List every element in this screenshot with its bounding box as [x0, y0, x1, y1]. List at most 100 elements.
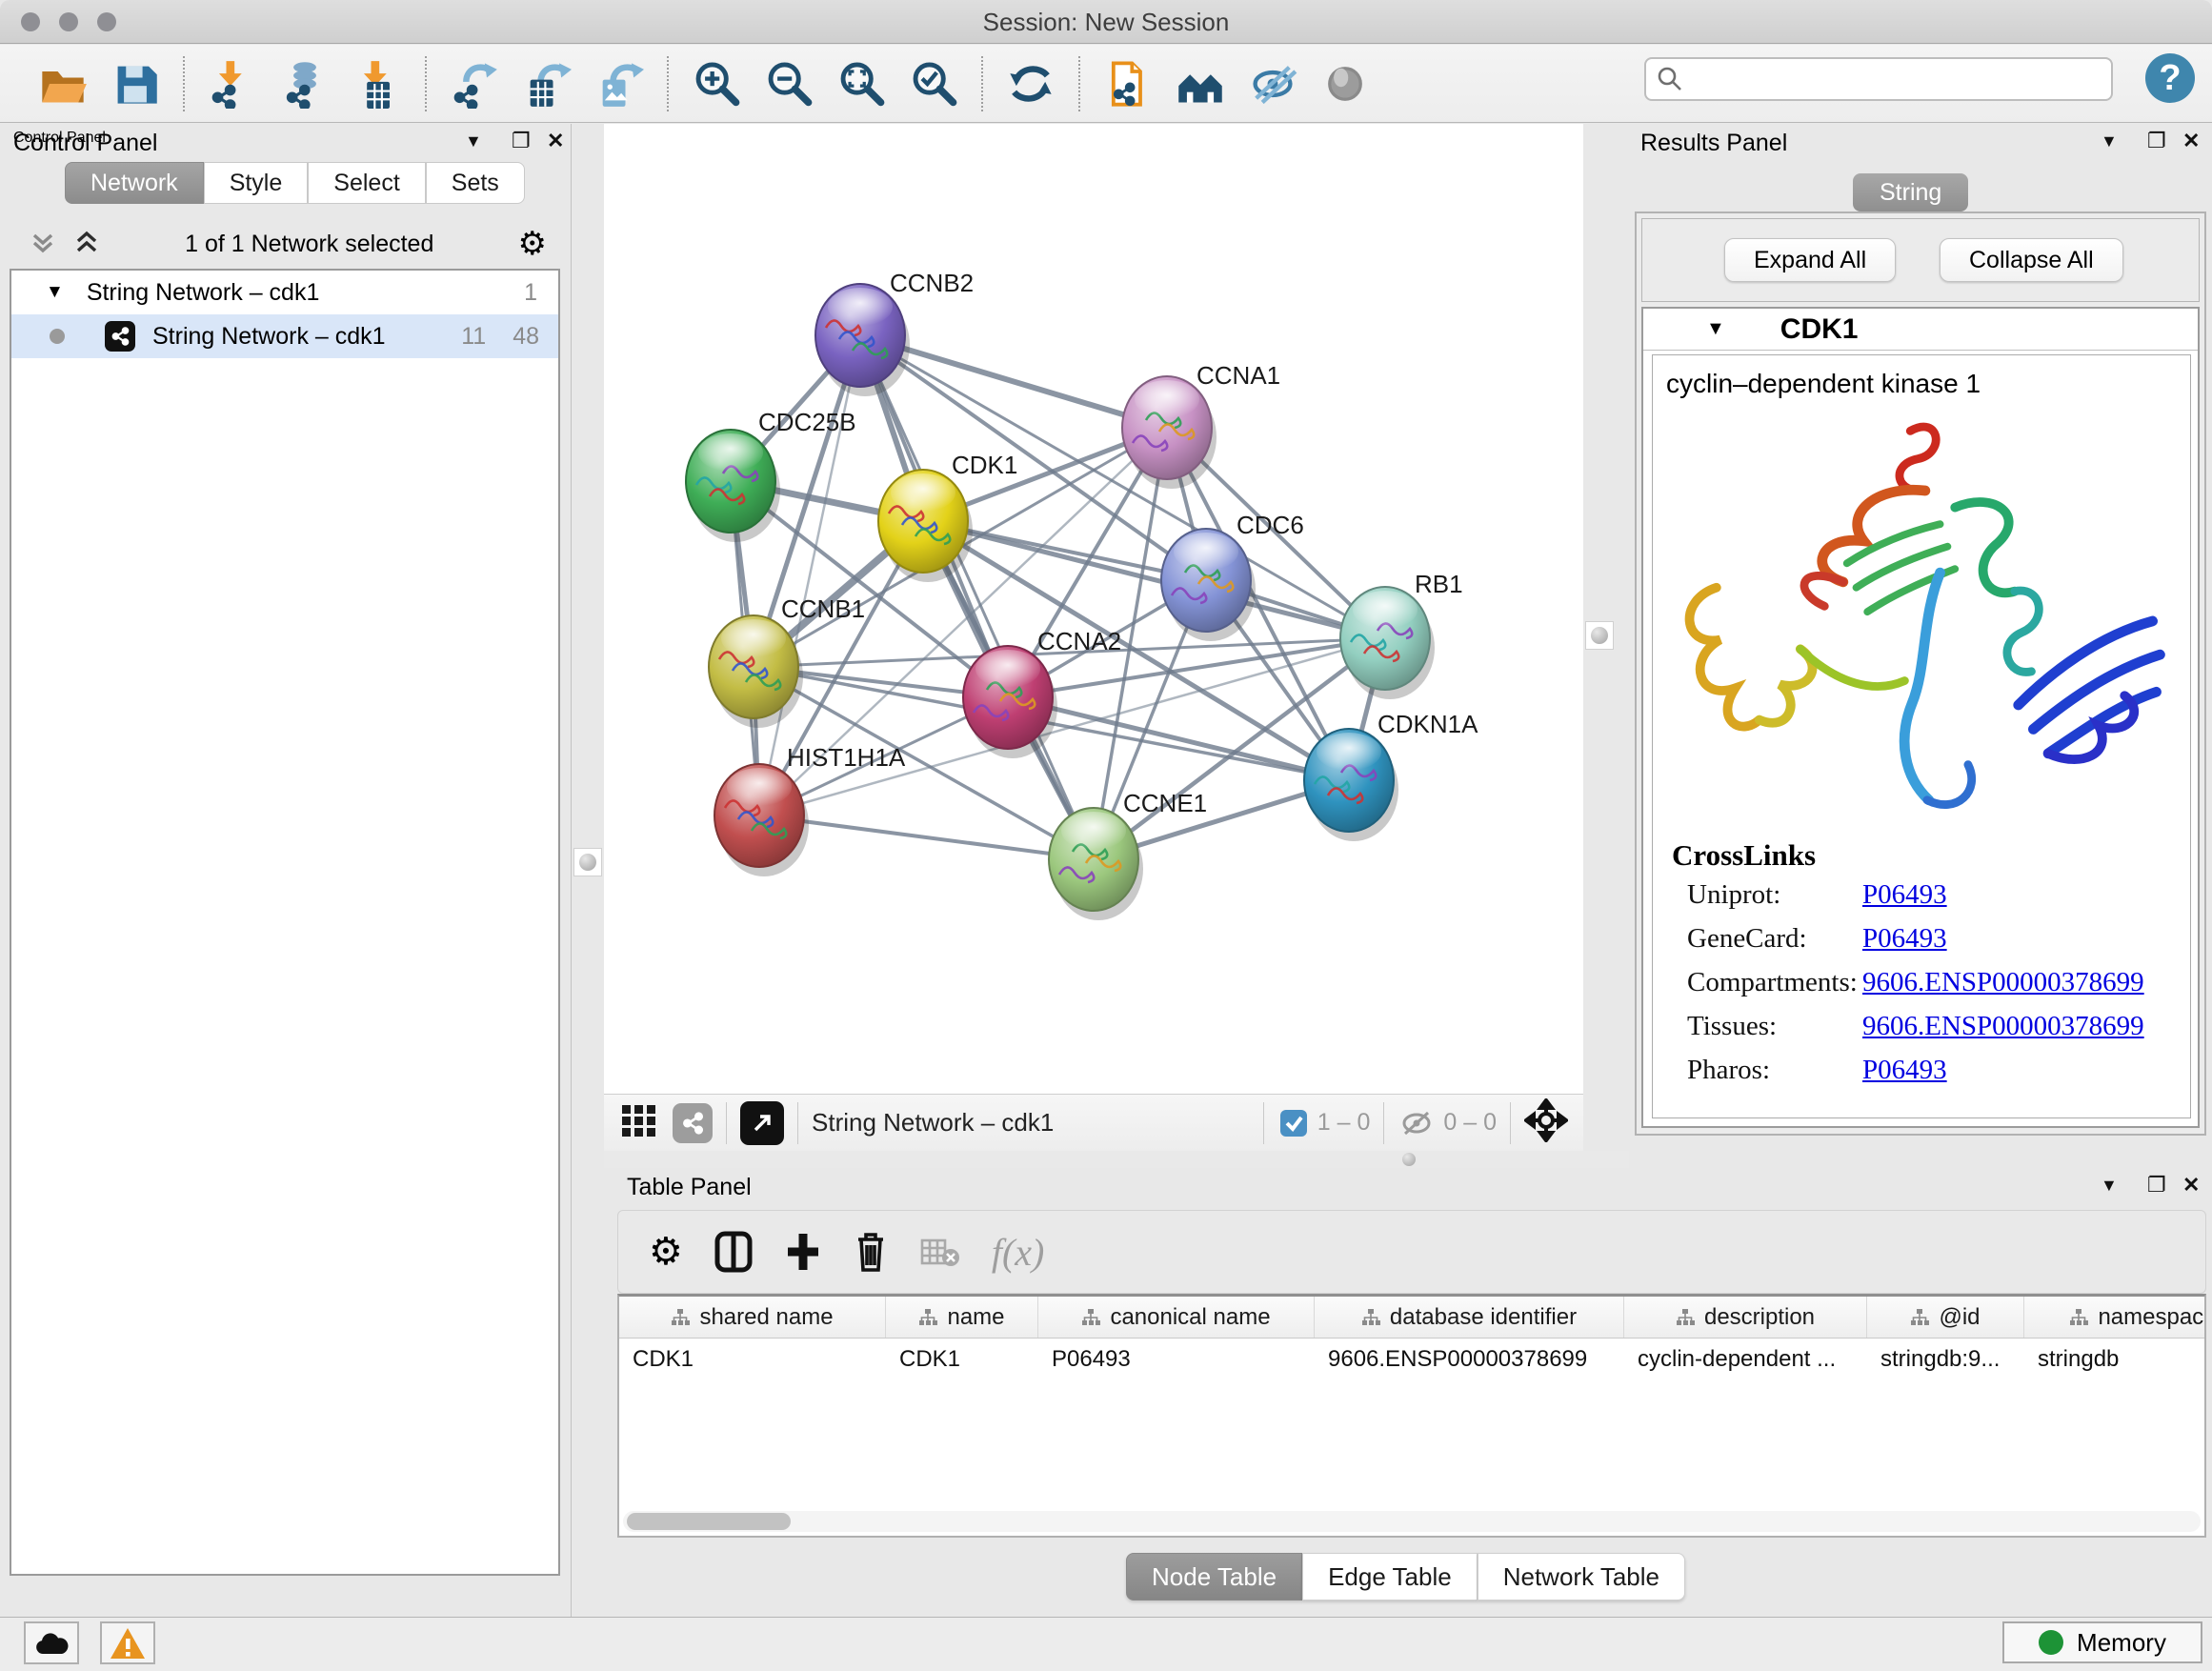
column-header-shared-name[interactable]: shared name — [619, 1297, 886, 1338]
export-network-button[interactable] — [448, 57, 501, 111]
delete-column-trash-icon[interactable] — [853, 1230, 889, 1274]
refresh-button[interactable] — [1004, 57, 1057, 111]
crosslink-link[interactable]: P06493 — [1862, 879, 1947, 911]
detach-view-icon[interactable] — [740, 1101, 784, 1145]
tab-network[interactable]: Network — [65, 162, 204, 204]
tab-node-table[interactable]: Node Table — [1126, 1553, 1302, 1601]
expand-all-button[interactable]: Expand All — [1724, 238, 1896, 282]
network-node-RB1[interactable]: RB1 — [1340, 570, 1463, 699]
help-button[interactable]: ? — [2145, 53, 2195, 103]
column-header-namespace[interactable]: namespace — [2024, 1297, 2206, 1338]
delete-table-icon[interactable] — [919, 1235, 961, 1269]
cell-description[interactable]: cyclin-dependent ... — [1624, 1339, 1867, 1380]
zoom-selected-button[interactable] — [907, 57, 960, 111]
table-hscroll-thumb[interactable] — [627, 1513, 791, 1530]
show-columns-icon[interactable] — [714, 1230, 754, 1274]
table-panel-float-icon[interactable]: ❐ — [2147, 1173, 2166, 1198]
import-table-from-file-button[interactable] — [351, 57, 404, 111]
tab-style[interactable]: Style — [204, 162, 309, 204]
cell-database-identifier[interactable]: 9606.ENSP00000378699 — [1315, 1339, 1624, 1380]
memory-button[interactable]: Memory — [2002, 1621, 2202, 1663]
string-import-button[interactable] — [1101, 57, 1155, 111]
show-graphics-details-button[interactable] — [1318, 57, 1372, 111]
tab-network-table[interactable]: Network Table — [1478, 1553, 1685, 1601]
network-node-CDK1[interactable]: CDK1 — [878, 451, 1017, 582]
tab-string[interactable]: String — [1853, 173, 1968, 211]
expand-all-icon[interactable] — [72, 228, 101, 261]
crosslink-link[interactable]: P06493 — [1862, 1055, 1947, 1086]
cell-shared-name[interactable]: CDK1 — [619, 1339, 886, 1380]
import-network-from-file-button[interactable] — [206, 57, 259, 111]
network-canvas[interactable]: CCNB2 CCNA1 CDC25B CDK1 CDC6 RB1 CCNB1 — [604, 124, 1583, 1094]
import-network-from-database-button[interactable] — [278, 57, 332, 111]
cell-namespace[interactable]: stringdb — [2024, 1339, 2206, 1380]
tree-expander-icon[interactable]: ▼ — [46, 282, 64, 303]
cell-name[interactable]: CDK1 — [886, 1339, 1038, 1380]
control-panel-close-icon[interactable]: ✕ — [547, 129, 564, 153]
network-collection-row[interactable]: ▼ String Network – cdk1 1 — [11, 271, 558, 314]
cell--id[interactable]: stringdb:9... — [1867, 1339, 2024, 1380]
bottom-splitter-grip[interactable] — [1402, 1153, 1416, 1166]
table-options-gear-icon[interactable]: ⚙ — [649, 1230, 683, 1274]
network-node-CCNA1[interactable]: CCNA1 — [1122, 361, 1280, 489]
results-panel-close-icon[interactable]: ✕ — [2182, 129, 2200, 153]
left-splitter-grip[interactable] — [573, 848, 602, 876]
right-splitter-grip[interactable] — [1585, 621, 1614, 650]
crosslink-link[interactable]: 9606.ENSP00000378699 — [1862, 967, 2144, 998]
tab-edge-table[interactable]: Edge Table — [1302, 1553, 1478, 1601]
network-type-icon[interactable] — [673, 1103, 713, 1143]
network-row[interactable]: String Network – cdk1 11 48 — [11, 314, 558, 358]
search-input[interactable] — [1684, 66, 2094, 92]
warning-button[interactable] — [100, 1621, 155, 1664]
results-panel-menu-icon[interactable]: ▼ — [2101, 131, 2118, 151]
network-options-gear-icon[interactable]: ⚙ — [518, 225, 547, 263]
hidden-eye-icon[interactable] — [1398, 1107, 1436, 1139]
search-box[interactable] — [1644, 57, 2113, 101]
cloud-button[interactable] — [24, 1621, 79, 1664]
zoom-in-button[interactable] — [690, 57, 743, 111]
network-node-CDC6[interactable]: CDC6 — [1161, 511, 1304, 641]
column-header-database-identifier[interactable]: database identifier — [1315, 1297, 1624, 1338]
selected-checkbox[interactable] — [1277, 1107, 1310, 1139]
table-panel-close-icon[interactable]: ✕ — [2182, 1173, 2200, 1198]
network-node-CDKN1A[interactable]: CDKN1A — [1304, 710, 1478, 841]
fit-content-icon[interactable] — [1524, 1098, 1568, 1147]
zoom-fit-button[interactable] — [835, 57, 888, 111]
collapse-all-button[interactable]: Collapse All — [1940, 238, 2123, 282]
function-builder-icon[interactable]: f(x) — [992, 1230, 1045, 1275]
right-splitter[interactable] — [1583, 124, 1629, 1151]
control-panel-menu-icon[interactable]: ▼ — [465, 131, 482, 151]
table-hscrollbar[interactable] — [623, 1511, 2201, 1532]
column-header--id[interactable]: @id — [1867, 1297, 2024, 1338]
results-panel-float-icon[interactable]: ❐ — [2147, 129, 2166, 153]
hide-selected-button[interactable] — [1246, 57, 1299, 111]
zoom-out-button[interactable] — [762, 57, 815, 111]
export-img-icon — [594, 59, 644, 109]
network-node-CCNB1[interactable]: CCNB1 — [709, 594, 865, 728]
birdseye-grid-icon[interactable] — [619, 1100, 659, 1145]
column-header-description[interactable]: description — [1624, 1297, 1867, 1338]
import-net-icon — [208, 59, 257, 109]
create-column-icon[interactable] — [784, 1230, 822, 1274]
collapse-all-icon[interactable] — [29, 228, 57, 261]
save-session-button[interactable] — [109, 57, 162, 111]
network-node-CCNE1[interactable]: CCNE1 — [1049, 789, 1207, 920]
export-table-button[interactable] — [520, 57, 573, 111]
cell-canonical-name[interactable]: P06493 — [1038, 1339, 1315, 1380]
table-panel-menu-icon[interactable]: ▼ — [2101, 1176, 2118, 1196]
tab-select[interactable]: Select — [308, 162, 425, 204]
section-expander-icon[interactable]: ▼ — [1706, 318, 1725, 340]
export-image-button[interactable] — [593, 57, 646, 111]
network-node-HIST1H1A[interactable]: HIST1H1A — [714, 743, 906, 876]
crosslink-link[interactable]: P06493 — [1862, 923, 1947, 955]
first-neighbors-button[interactable] — [1174, 57, 1227, 111]
open-session-button[interactable] — [36, 57, 90, 111]
control-panel-float-icon[interactable]: ❐ — [512, 129, 531, 153]
column-header-name[interactable]: name — [886, 1297, 1038, 1338]
crosslink-link[interactable]: 9606.ENSP00000378699 — [1862, 1011, 2144, 1042]
column-header-canonical-name[interactable]: canonical name — [1038, 1297, 1315, 1338]
network-node-CCNB2[interactable]: CCNB2 — [815, 269, 974, 396]
tab-sets[interactable]: Sets — [426, 162, 525, 204]
floppy-icon — [111, 59, 160, 109]
node-table[interactable]: shared namenamecanonical namedatabase id… — [617, 1294, 2206, 1538]
